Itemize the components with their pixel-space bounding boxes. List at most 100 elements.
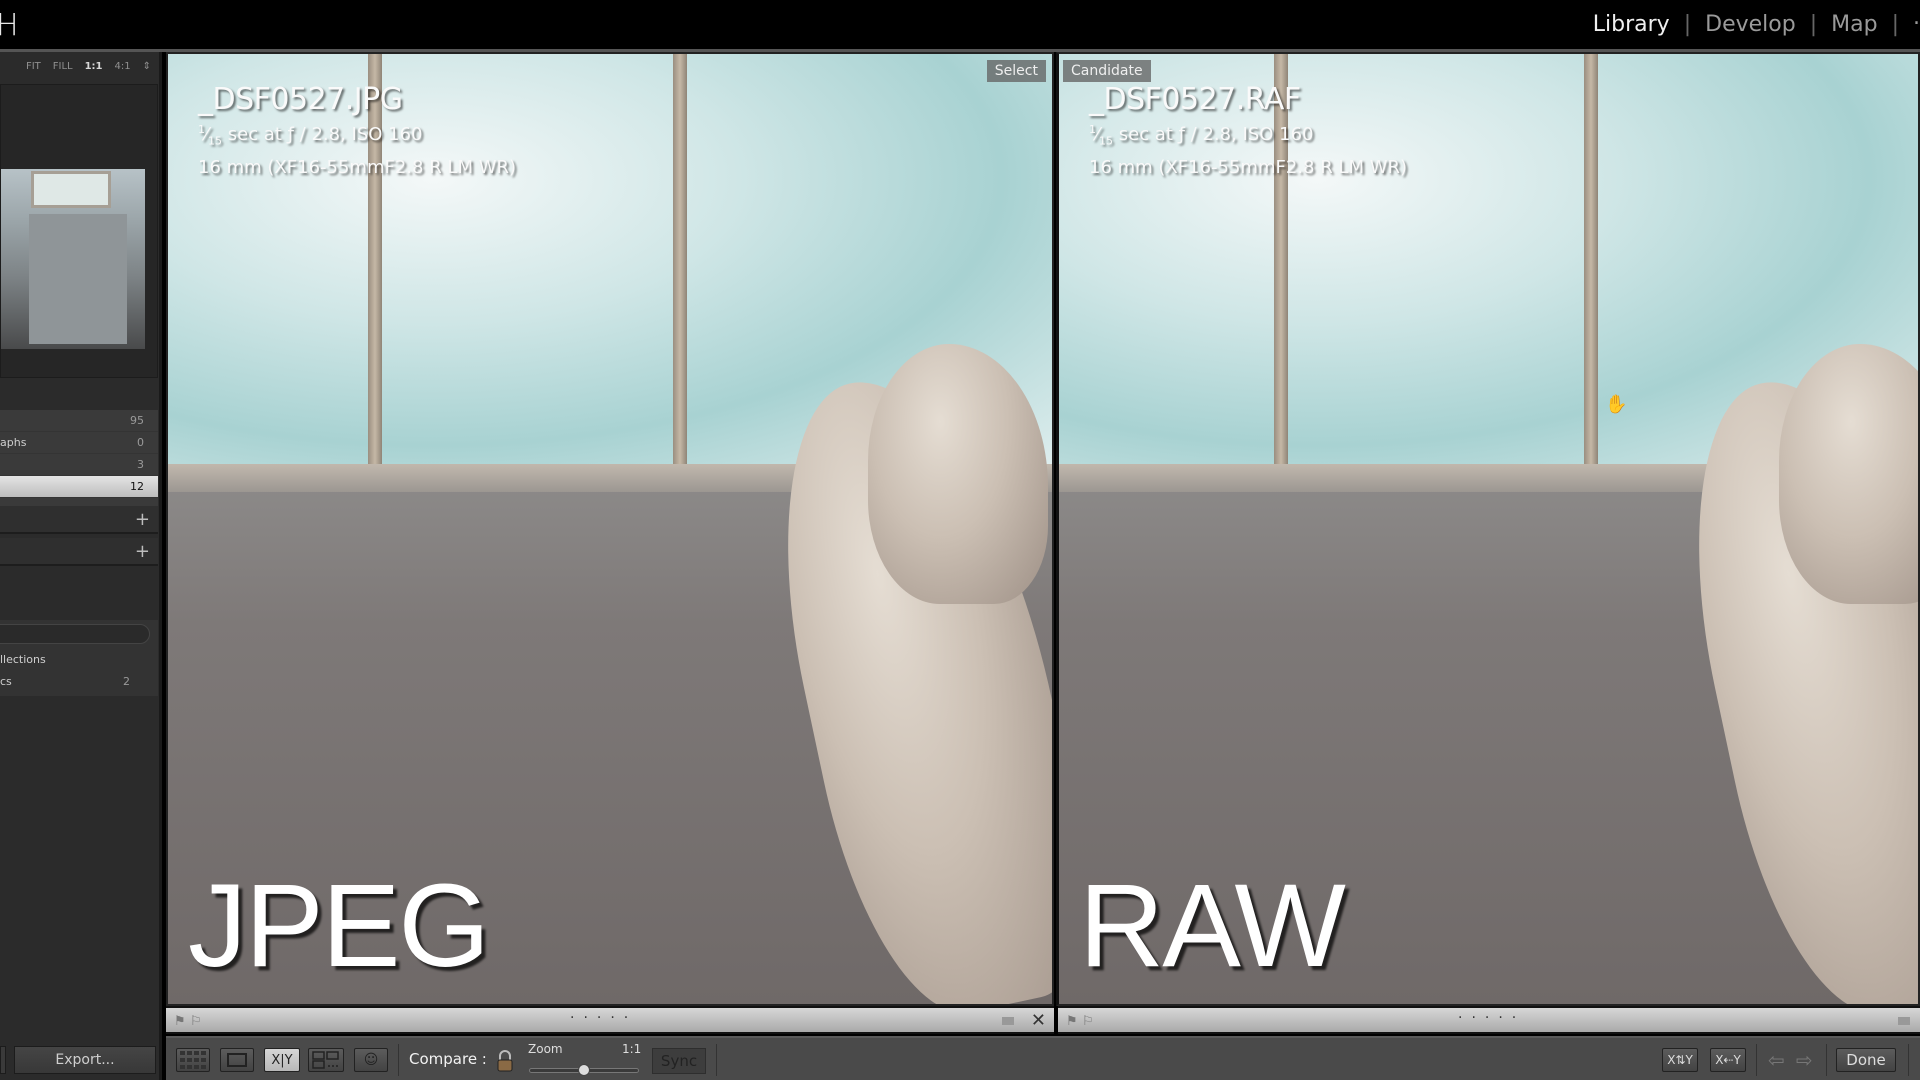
photo-window-frame: [673, 54, 687, 469]
collections-filter-input[interactable]: [0, 624, 150, 644]
left-panel: FIT FILL 1:1 4:1 ⇕ 95 aphs 0 3 12 + + lle…: [0, 52, 162, 1080]
module-library[interactable]: Library: [1579, 12, 1684, 37]
color-label-swatch[interactable]: [1898, 1017, 1910, 1025]
filename: _DSF0527.RAF: [1089, 82, 1301, 117]
catalog-row-count: 0: [137, 436, 144, 449]
sync-button[interactable]: Sync: [652, 1048, 706, 1074]
catalog-list: 95 aphs 0 3 12: [0, 410, 158, 506]
brand-identity-plate: H: [0, 8, 19, 43]
navigator-zoom-fit[interactable]: FIT: [26, 61, 41, 72]
toolbar-divider: [1908, 1044, 1909, 1076]
module-separator: |: [1809, 12, 1818, 37]
catalog-row[interactable]: 3: [0, 454, 158, 476]
photo-claw-subject: [1779, 344, 1918, 604]
exposure-denominator: 15: [208, 134, 223, 148]
catalog-row[interactable]: aphs 0: [0, 432, 158, 454]
collections-list: llections cs 2: [0, 620, 158, 696]
zoom-stepper-icon[interactable]: ⇕: [143, 61, 151, 72]
swap-icon: X⇅Y: [1667, 1053, 1693, 1067]
module-picker: Library | Develop | Map | ‧: [1579, 12, 1920, 37]
collection-row-count: 2: [123, 674, 130, 688]
collections-header[interactable]: +: [0, 538, 158, 566]
people-view-button[interactable]: ☺: [354, 1048, 388, 1072]
zoom-slider[interactable]: [529, 1064, 639, 1076]
lens-info: 16 mm (XF16-55mmF2.8 R LM WR): [198, 156, 517, 178]
navigator-zoom-4to1[interactable]: 4:1: [115, 61, 131, 72]
navigator-zoom-fill[interactable]: FILL: [53, 61, 73, 72]
survey-icon: [312, 1051, 339, 1069]
navigator-header: FIT FILL 1:1 4:1 ⇕: [0, 52, 159, 80]
module-separator: |: [1891, 12, 1899, 37]
catalog-row-count: 12: [130, 480, 144, 493]
collection-row[interactable]: llections: [0, 648, 158, 670]
close-icon[interactable]: ✕: [1031, 1010, 1046, 1031]
flag-reject-icon[interactable]: ⚐: [1082, 1014, 1094, 1029]
face-icon: ☺: [363, 1052, 379, 1068]
navigator-preview-box: [0, 84, 158, 378]
toolbar-divider: [716, 1044, 717, 1076]
swap-button[interactable]: X⇅Y: [1662, 1048, 1698, 1072]
module-develop[interactable]: Develop: [1691, 12, 1810, 37]
photo-window-frame: [1584, 54, 1598, 469]
export-button[interactable]: Export...: [14, 1046, 156, 1074]
compare-xy-icon: X|Y: [271, 1052, 293, 1068]
import-button-edge[interactable]: [0, 1046, 6, 1074]
collection-row-label: llections: [0, 652, 46, 666]
photo-info-overlay: _DSF0527.RAF 1⁄15 sec at ƒ / 2.8, ISO 16…: [1089, 82, 1407, 181]
compare-pane-select[interactable]: Select _DSF0527.JPG 1⁄15 sec at ƒ / 2.8,…: [166, 52, 1054, 1006]
catalog-row[interactable]: 95: [0, 410, 158, 432]
flag-reject-icon[interactable]: ⚐: [190, 1014, 202, 1029]
done-button[interactable]: Done: [1836, 1048, 1896, 1072]
add-collection-icon[interactable]: +: [135, 541, 150, 562]
compare-label: Compare :: [409, 1050, 487, 1068]
color-label-swatch[interactable]: [1002, 1017, 1014, 1025]
grid-icon: [180, 1051, 206, 1069]
make-select-icon: X⇠Y: [1715, 1053, 1741, 1067]
make-select-button[interactable]: X⇠Y: [1710, 1048, 1746, 1072]
next-arrow-icon[interactable]: ⇨: [1796, 1048, 1813, 1072]
catalog-row-selected[interactable]: 12: [0, 476, 158, 498]
lock-icon[interactable]: [496, 1050, 514, 1072]
thumbnail-window: [31, 171, 111, 208]
flag-pick-icon[interactable]: ⚑: [174, 1014, 186, 1029]
exposure-numerator: 1: [198, 123, 205, 136]
folders-header[interactable]: +: [0, 506, 158, 534]
photo-info-overlay: _DSF0527.JPG 1⁄15 sec at ƒ / 2.8, ISO 16…: [198, 82, 516, 181]
exposure-details: sec at ƒ / 2.8, ISO 160: [222, 124, 423, 145]
candidate-pane-strip: ⚑ ⚐ ·····: [1058, 1006, 1920, 1034]
toolbar-divider: [1826, 1044, 1827, 1076]
collection-row-label: cs: [0, 674, 12, 688]
loupe-icon: [227, 1053, 247, 1067]
exposure-denominator: 15: [1099, 134, 1114, 148]
catalog-row-count: 3: [137, 458, 144, 471]
module-more[interactable]: ‧: [1899, 12, 1920, 37]
top-bar: H Library | Develop | Map | ‧: [0, 0, 1920, 49]
navigator-thumbnail[interactable]: [1, 169, 145, 349]
exposure-info: 1⁄15 sec at ƒ / 2.8, ISO 160: [1089, 123, 1314, 148]
navigator-zoom-1to1[interactable]: 1:1: [85, 61, 103, 72]
filename: _DSF0527.JPG: [198, 82, 403, 117]
star-rating-dots[interactable]: ·····: [1458, 1010, 1525, 1026]
format-overlay-label: RAW: [1079, 860, 1346, 992]
thumbnail-door: [29, 214, 127, 344]
survey-view-button[interactable]: [308, 1048, 344, 1072]
grid-view-button[interactable]: [176, 1048, 210, 1072]
catalog-row-count: 95: [130, 414, 144, 427]
lightroom-window: H Library | Develop | Map | ‧ FIT FILL 1…: [0, 0, 1920, 1080]
compare-toolbar: X|Y ☺ Compare : Zoom 1:1 Sync X⇅Y X⇠Y ⇦ …: [166, 1036, 1920, 1080]
format-overlay-label: JPEG: [188, 860, 490, 992]
select-tag: Select: [986, 60, 1046, 82]
star-rating-dots[interactable]: ·····: [570, 1010, 637, 1026]
loupe-view-button[interactable]: [220, 1048, 254, 1072]
compare-pane-candidate[interactable]: Candidate _DSF0527.RAF 1⁄15 sec at ƒ / 2…: [1056, 52, 1920, 1006]
candidate-tag: Candidate: [1063, 60, 1151, 82]
zoom-slider-thumb[interactable]: [578, 1064, 590, 1076]
module-separator: |: [1683, 12, 1692, 37]
compare-view-button[interactable]: X|Y: [264, 1048, 300, 1072]
toolbar-divider: [1756, 1044, 1757, 1076]
collection-row[interactable]: cs 2: [0, 670, 158, 692]
module-map[interactable]: Map: [1817, 12, 1891, 37]
flag-pick-icon[interactable]: ⚑: [1066, 1014, 1078, 1029]
add-folder-icon[interactable]: +: [135, 509, 150, 530]
previous-arrow-icon[interactable]: ⇦: [1768, 1048, 1785, 1072]
